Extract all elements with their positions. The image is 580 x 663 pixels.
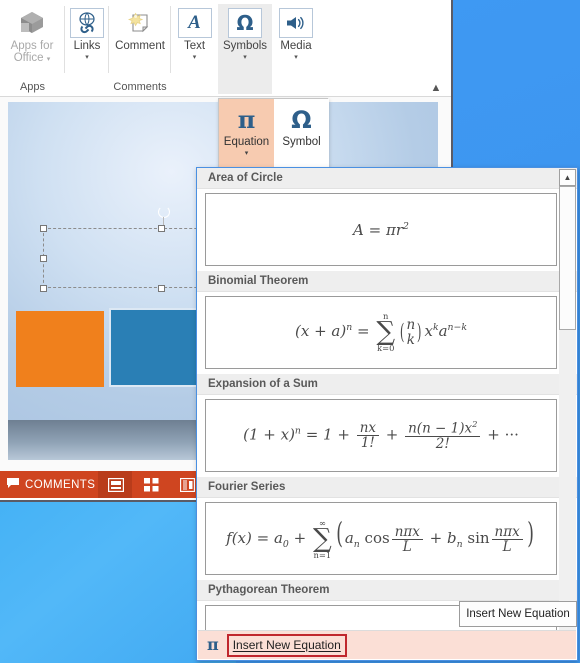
insert-new-equation-row[interactable]: π Insert New Equation <box>198 630 576 659</box>
symbols-label: Symbols <box>222 40 268 52</box>
gallery-category-fourier-series: Fourier Series <box>197 477 577 498</box>
resize-handle-top-center[interactable] <box>158 225 165 232</box>
ribbon-group-symbols: A Text ▾ Ω Symbols ▾ Media ▾ <box>171 0 321 95</box>
symbols-dropdown-panel: π Equation ▾ Ω Symbol <box>218 98 329 170</box>
media-label: Media <box>280 40 312 52</box>
symbols-button[interactable]: Ω Symbols ▾ <box>218 4 272 94</box>
gallery-scrollbar[interactable]: ▲ <box>559 169 576 659</box>
rotation-handle[interactable] <box>158 206 170 218</box>
link-globe-icon <box>70 8 104 38</box>
chevron-down-icon: ▾ <box>46 56 51 63</box>
gallery-category-binomial-theorem: Binomial Theorem <box>197 271 577 292</box>
symbols-omega-icon: Ω <box>228 8 262 38</box>
chevron-down-icon: ▾ <box>294 54 298 61</box>
equation-dropdown-button[interactable]: π Equation ▾ <box>219 99 274 169</box>
resize-handle-bottom-center[interactable] <box>158 285 165 292</box>
media-speaker-icon <box>279 8 313 38</box>
omega-icon: Ω <box>291 106 312 134</box>
media-button[interactable]: Media ▾ <box>272 4 320 74</box>
gallery-scrollbar-thumb[interactable] <box>559 186 576 330</box>
normal-view-icon <box>107 477 124 493</box>
collapse-ribbon-chevron-icon[interactable]: ▲ <box>429 82 443 94</box>
symbol-label: Symbol <box>282 136 321 148</box>
gallery-item-binomial-theorem[interactable]: (x + a)n = n ∑ k=0(n k) xkan−k <box>205 296 557 369</box>
tooltip: Insert New Equation <box>459 601 577 627</box>
comments-button[interactable]: COMMENTS <box>0 471 95 498</box>
text-label: Text <box>183 40 206 52</box>
insert-new-equation-highlight-box: Insert New Equation <box>226 633 347 657</box>
symbol-dropdown-button[interactable]: Ω Symbol <box>274 99 329 169</box>
normal-view-button[interactable] <box>98 471 132 498</box>
ribbon-group-links: Links ▾ <box>65 0 109 95</box>
ribbon-group-label-comments: Comments <box>113 81 167 93</box>
orange-rectangle-shape[interactable] <box>16 311 104 387</box>
apps-office-text: Office <box>13 52 44 64</box>
gallery-category-expansion-of-a-sum: Expansion of a Sum <box>197 374 577 395</box>
omega-glyph: Ω <box>236 11 254 35</box>
ribbon-group-comments: Comment Comments <box>109 0 171 95</box>
text-a-icon: A <box>177 8 212 38</box>
comment-bubble-icon <box>6 476 20 494</box>
equation-gallery-panel: Area of Circle A = πr2 Binomial Theorem … <box>196 167 578 661</box>
resize-handle-middle-left[interactable] <box>40 255 47 262</box>
apps-for-office-label-line2: Office ▾ <box>1 52 63 66</box>
apps-for-office-button[interactable]: Apps for Office ▾ <box>1 4 63 74</box>
equation-expansion-of-a-sum: (1 + x)n = 1 + nx 1! + n(n − 1)x2 2! + ··· <box>243 419 519 452</box>
comment-page-icon <box>123 8 157 38</box>
chevron-down-icon: ▾ <box>192 54 197 61</box>
gallery-category-area-of-circle: Area of Circle <box>197 168 577 189</box>
pi-icon: π <box>207 635 219 654</box>
gallery-item-area-of-circle[interactable]: A = πr2 <box>205 193 557 266</box>
ribbon-toolbar: Apps for Office ▾ Apps Links ▾ Comment C… <box>0 0 451 97</box>
comment-button[interactable]: Comment <box>109 4 171 74</box>
resize-handle-top-left[interactable] <box>40 225 47 232</box>
slide-sorter-button[interactable] <box>134 471 168 498</box>
apps-cube-icon <box>15 8 49 38</box>
equation-binomial-theorem: (x + a)n = n ∑ k=0(n k) xkan−k <box>295 311 467 353</box>
gallery-category-pythagorean-theorem: Pythagorean Theorem <box>197 580 577 601</box>
resize-handle-bottom-left[interactable] <box>40 285 47 292</box>
chevron-down-icon: ▾ <box>243 54 247 61</box>
gallery-item-expansion-of-a-sum[interactable]: (1 + x)n = 1 + nx 1! + n(n − 1)x2 2! + ··· <box>205 399 557 472</box>
gallery-item-fourier-series[interactable]: f(x) = a0 + ∞ ∑ n=1(an cos nπx L + bn sin nπx… <box>205 502 557 575</box>
text-button[interactable]: A Text ▾ <box>171 4 218 74</box>
gallery-scroll-up-arrow-icon[interactable]: ▲ <box>559 169 576 186</box>
equation-label: Equation <box>223 136 270 148</box>
pi-icon: π <box>237 105 256 134</box>
ribbon-group-label-apps: Apps <box>19 81 46 93</box>
slide-sorter-icon <box>143 478 159 492</box>
equation-area-of-circle: A = πr2 <box>353 220 409 239</box>
insert-new-equation-label[interactable]: Insert New Equation <box>233 638 341 652</box>
reading-view-icon <box>179 477 195 493</box>
comment-label: Comment <box>115 40 165 52</box>
equation-fourier-series: f(x) = a0 + ∞ ∑ n=1(an cos nπx L + bn sin nπx… <box>226 517 534 560</box>
text-a-glyph: A <box>188 12 201 33</box>
apps-for-office-label-line1: Apps for <box>10 40 54 52</box>
gallery-scroll-viewport: Area of Circle A = πr2 Binomial Theorem … <box>197 168 577 660</box>
comments-label: COMMENTS <box>25 478 96 491</box>
chevron-down-icon: ▾ <box>244 150 249 157</box>
